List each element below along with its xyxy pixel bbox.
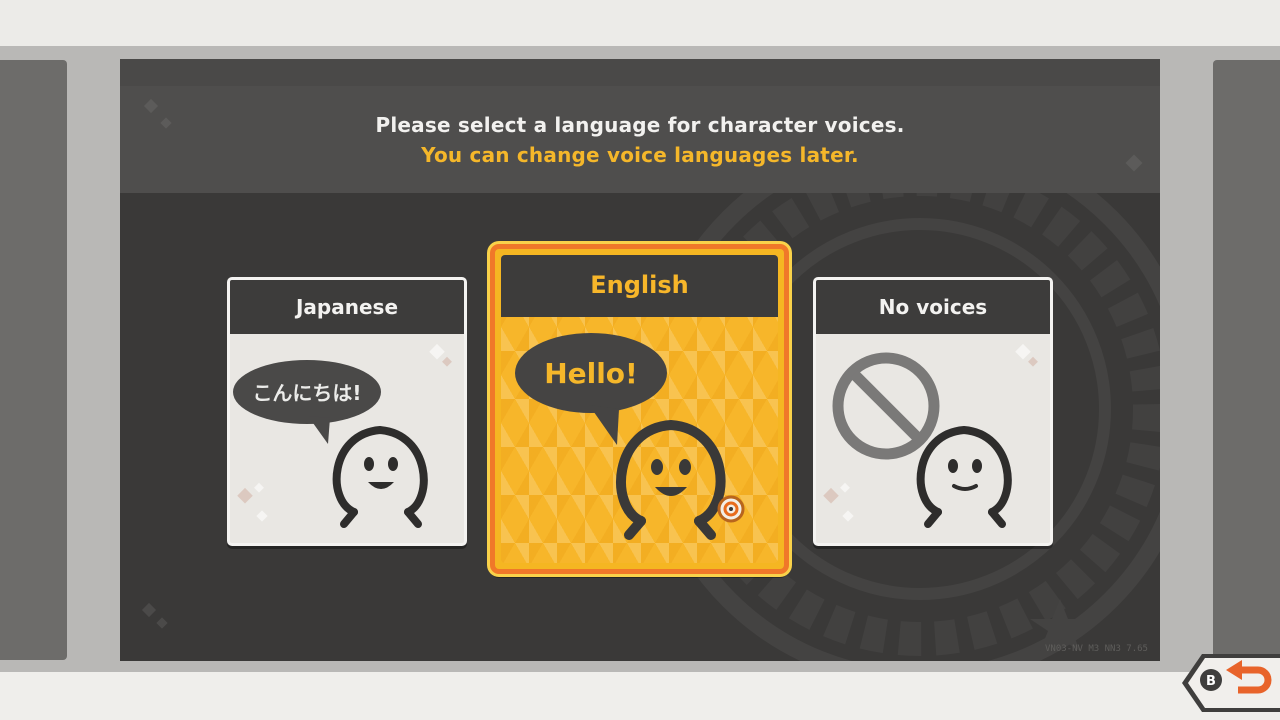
option-english-card[interactable]: English Hello!: [490, 244, 789, 574]
back-button[interactable]: B: [1180, 652, 1280, 714]
back-button-graphic: B: [1182, 654, 1280, 712]
dialog-top-bar: [120, 59, 1160, 86]
option-label: English: [501, 255, 778, 317]
bottom-strip: [0, 672, 1280, 720]
version-text: VN03-NV M3 NN3 7.65: [1045, 644, 1148, 654]
option-label: No voices: [816, 280, 1050, 334]
sparkle-icon: [141, 602, 168, 629]
voice-language-prompt: Please select a language for character v…: [375, 113, 905, 137]
header-band: [120, 86, 1160, 193]
english-card-inner: English Hello!: [501, 255, 778, 563]
option-no-voices-card[interactable]: No voices: [813, 277, 1053, 546]
option-label: Japanese: [230, 280, 464, 334]
character-talking-icon: こんにちは!: [233, 343, 452, 528]
speech-bubble-text: こんにちは!: [252, 381, 361, 405]
character-talking-icon: Hello!: [515, 333, 745, 540]
right-adjacent-panel: [1213, 60, 1280, 660]
left-adjacent-panel: [0, 60, 67, 660]
voice-language-subprompt: You can change voice languages later.: [421, 143, 859, 167]
no-voice-prohibited-icon: [823, 343, 1038, 528]
speech-bubble-text: Hello!: [544, 357, 638, 390]
b-key-label: B: [1206, 674, 1216, 689]
option-japanese-card[interactable]: Japanese こんにちは!: [227, 277, 467, 546]
top-strip: [0, 0, 1280, 46]
